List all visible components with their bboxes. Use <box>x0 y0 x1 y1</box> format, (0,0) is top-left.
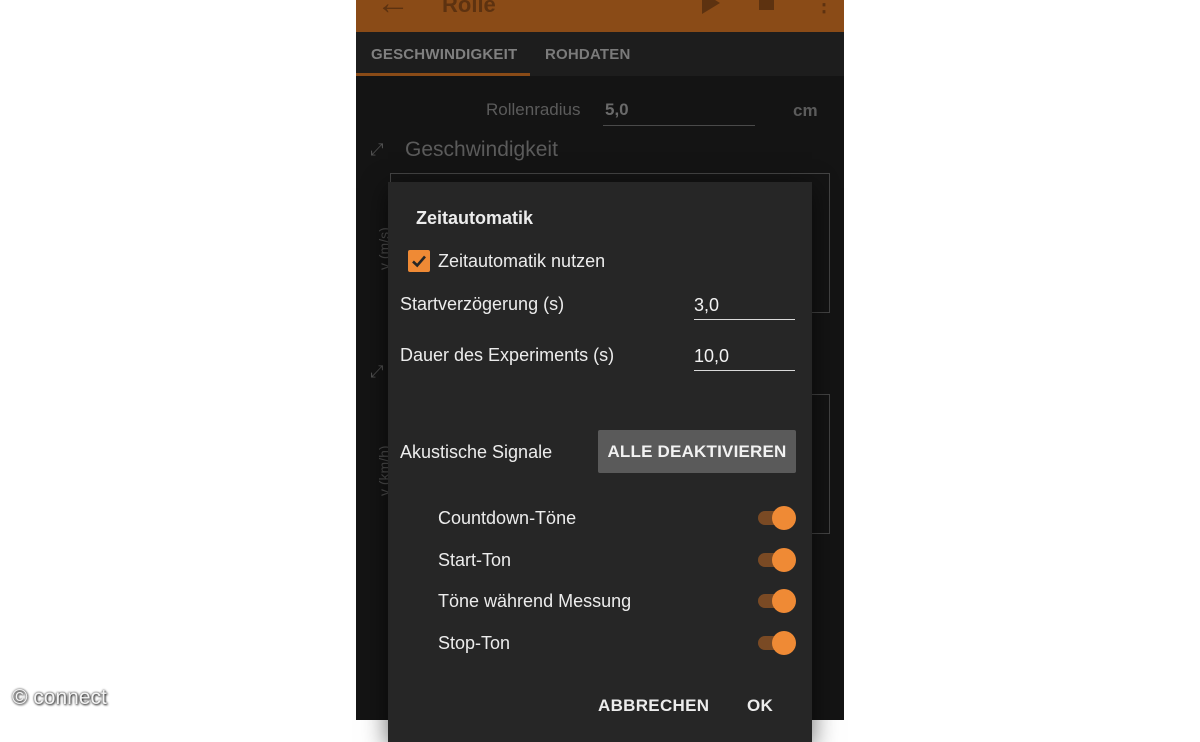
tab-bar: GESCHWINDIGKEIT ROHDATEN <box>356 32 844 76</box>
toggle-countdown[interactable] <box>758 506 796 530</box>
toggle-start[interactable] <box>758 548 796 572</box>
arrow-back-icon[interactable]: ← <box>376 0 410 23</box>
ok-button[interactable]: OK <box>747 696 773 716</box>
radius-unit: cm <box>793 101 818 120</box>
acoustic-signals-label: Akustische Signale <box>400 442 553 462</box>
tab-geschwindigkeit[interactable]: GESCHWINDIGKEIT <box>371 46 517 63</box>
timer-checkbox[interactable] <box>408 250 430 272</box>
toggle-label-during: Töne während Messung <box>438 591 632 611</box>
start-delay-input[interactable]: 3,0 <box>694 295 795 320</box>
radius-input[interactable]: 5,0 <box>605 100 629 120</box>
duration-input[interactable]: 10,0 <box>694 346 795 371</box>
watermark: © connect <box>12 686 107 709</box>
radius-input-underline <box>603 125 755 126</box>
dialog-title: Zeitautomatik <box>416 208 534 228</box>
check-icon <box>412 255 426 268</box>
app-bar: ← Rolle ⋮ <box>356 0 844 32</box>
active-tab-indicator <box>356 73 530 76</box>
timer-dialog: Zeitautomatik Zeitautomatik nutzen Start… <box>388 182 812 742</box>
toggle-label-stop: Stop-Ton <box>438 633 511 653</box>
duration-label: Dauer des Experiments (s) <box>400 345 615 365</box>
toggle-label-countdown: Countdown-Töne <box>438 508 577 528</box>
expand-icon[interactable]: ⤢ <box>370 140 384 160</box>
toggle-during[interactable] <box>758 589 796 613</box>
tab-rohdaten[interactable]: ROHDATEN <box>545 46 630 63</box>
toggle-label-start: Start-Ton <box>438 550 512 570</box>
radius-label: Rollenradius <box>486 100 581 119</box>
timer-checkbox-label: Zeitautomatik nutzen <box>438 251 606 271</box>
app-title: Rolle <box>442 0 496 17</box>
play-icon[interactable] <box>702 0 720 14</box>
stop-icon[interactable] <box>759 0 774 10</box>
start-delay-label: Startverzögerung (s) <box>400 294 565 314</box>
expand-icon[interactable]: ⤢ <box>370 362 384 382</box>
section-title: Geschwindigkeit <box>405 138 558 161</box>
deactivate-all-button[interactable]: ALLE DEAKTIVIEREN <box>598 430 796 473</box>
cancel-button[interactable]: ABBRECHEN <box>598 696 709 716</box>
toggle-stop[interactable] <box>758 631 796 655</box>
more-vert-icon[interactable]: ⋮ <box>814 0 834 17</box>
